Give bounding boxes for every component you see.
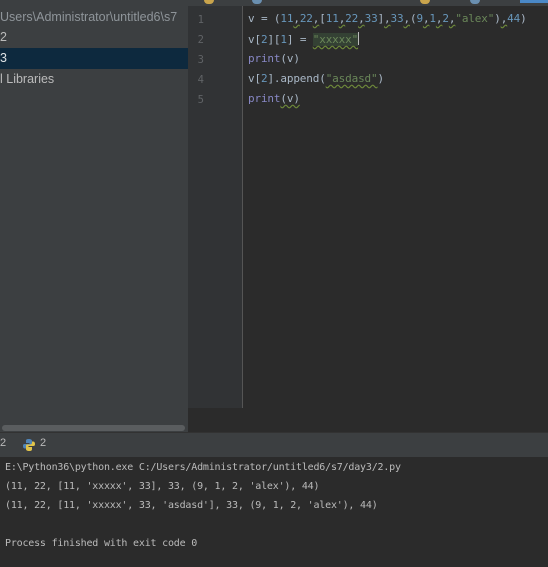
console-command-line: E:\Python36\python.exe C:/Users/Administ…: [5, 462, 401, 473]
tree-item-label: 3: [0, 51, 7, 65]
run-console[interactable]: E:\Python36\python.exe C:/Users/Administ…: [0, 457, 548, 567]
console-output-line: (11, 22, [11, 'xxxxx', 33], 33, (9, 1, 2…: [5, 481, 320, 492]
project-tree-panel: Users\Administrator\untitled6\s7 2 3 l L…: [0, 0, 189, 424]
file-tab-icon: [204, 0, 214, 4]
python-icon: [23, 439, 35, 451]
editor-gutter: 1 2 3 4 5: [188, 6, 243, 408]
run-tab-label[interactable]: 2: [0, 437, 6, 449]
code-line-4: v[2].append("asdasd"): [248, 72, 384, 85]
code-line-3: print(v): [248, 52, 300, 65]
editor-bottom-area: [188, 408, 548, 432]
code-line-2: v[2][1] = "xxxxx": [248, 32, 360, 46]
line-number: 3: [197, 54, 204, 66]
console-exit-message: Process finished with exit code 0: [5, 538, 198, 549]
file-tab-icon: [470, 0, 480, 4]
tree-item-label: l Libraries: [0, 72, 55, 86]
tree-item-2[interactable]: 2: [0, 27, 188, 48]
line-number: 2: [197, 34, 204, 46]
file-tab-icon: [252, 0, 262, 4]
tree-item-label: 2: [0, 30, 7, 44]
scrollbar-thumb[interactable]: [2, 425, 185, 431]
tree-root-label: Users\Administrator\untitled6\s7: [0, 10, 178, 24]
console-output-line: (11, 22, [11, 'xxxxx', 33, 'asdasd'], 33…: [5, 500, 378, 511]
line-number: 5: [197, 94, 204, 106]
code-editor[interactable]: v = (11,22,[11,22,33],33,(9,1,2,"alex"),…: [243, 6, 548, 408]
tree-item-3[interactable]: 3: [0, 48, 188, 69]
code-line-5: print(v): [248, 92, 300, 105]
line-number: 4: [197, 74, 204, 86]
project-horizontal-scrollbar[interactable]: [0, 424, 188, 432]
run-config-name[interactable]: 2: [40, 437, 46, 449]
run-tool-window-header: 2 2: [0, 432, 548, 458]
file-tab-icon: [420, 0, 430, 4]
text-caret: [358, 32, 360, 45]
line-number: 1: [197, 14, 204, 26]
tree-root-path[interactable]: Users\Administrator\untitled6\s7: [0, 7, 188, 28]
code-line-1: v = (11,22,[11,22,33],33,(9,1,2,"alex"),…: [248, 12, 527, 25]
tree-external-libraries[interactable]: l Libraries: [0, 69, 188, 90]
active-tab-indicator: [520, 0, 548, 3]
